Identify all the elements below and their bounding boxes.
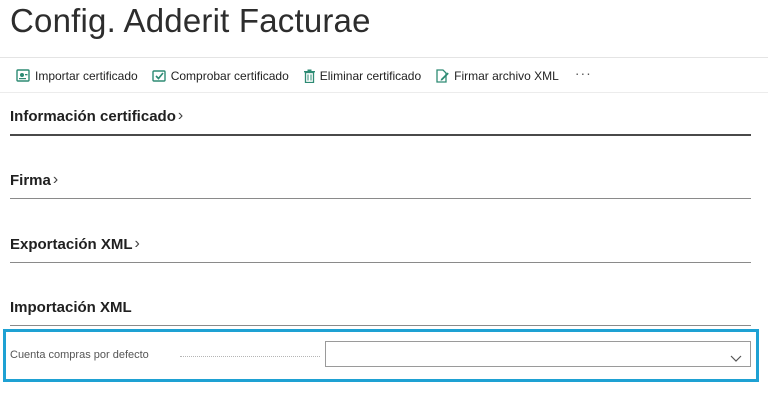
- default-purchase-account-select[interactable]: [325, 341, 751, 367]
- action-bar-divider: [0, 92, 768, 93]
- section-certificate-info[interactable]: Información certificado ›: [10, 107, 751, 136]
- more-actions-button[interactable]: ···: [575, 65, 592, 81]
- trash-icon: [303, 69, 316, 83]
- chevron-right-icon: ›: [134, 235, 140, 252]
- chevron-right-icon: ›: [52, 171, 59, 188]
- page: Config. Adderit Facturae Importar certif…: [0, 0, 768, 402]
- delete-certificate-label: Eliminar certificado: [319, 69, 422, 83]
- section-title: Firma: [10, 172, 51, 189]
- delete-certificate-button[interactable]: Eliminar certificado: [303, 69, 421, 83]
- field-dotted-leader: [180, 356, 320, 358]
- section-xml-export[interactable]: Exportación XML ›: [10, 235, 751, 263]
- import-certificate-button[interactable]: Importar certificado: [16, 69, 138, 83]
- section-xml-import[interactable]: Importación XML: [10, 299, 751, 326]
- default-purchase-account-label: Cuenta compras por defecto: [10, 349, 149, 361]
- sign-xml-file-label: Firmar archivo XML: [454, 69, 559, 83]
- title-divider: [0, 57, 768, 58]
- sign-file-icon: [435, 69, 450, 83]
- check-certificate-button[interactable]: Comprobar certificado: [152, 69, 289, 83]
- section-title: Importación XML: [10, 299, 132, 316]
- import-certificate-icon: [16, 69, 31, 83]
- page-title: Config. Adderit Facturae: [10, 2, 371, 39]
- chevron-right-icon: ›: [177, 107, 184, 124]
- check-certificate-icon: [152, 69, 167, 83]
- import-certificate-label: Importar certificado: [35, 69, 138, 83]
- check-certificate-label: Comprobar certificado: [170, 69, 289, 83]
- sign-xml-file-button[interactable]: Firmar archivo XML: [435, 69, 559, 83]
- chevron-down-icon: [730, 350, 742, 368]
- section-signature[interactable]: Firma ›: [10, 171, 751, 199]
- section-title: Exportación XML: [10, 236, 133, 253]
- action-bar: Importar certificado Comprobar certifica…: [16, 65, 592, 86]
- section-title: Información certificado: [10, 108, 176, 125]
